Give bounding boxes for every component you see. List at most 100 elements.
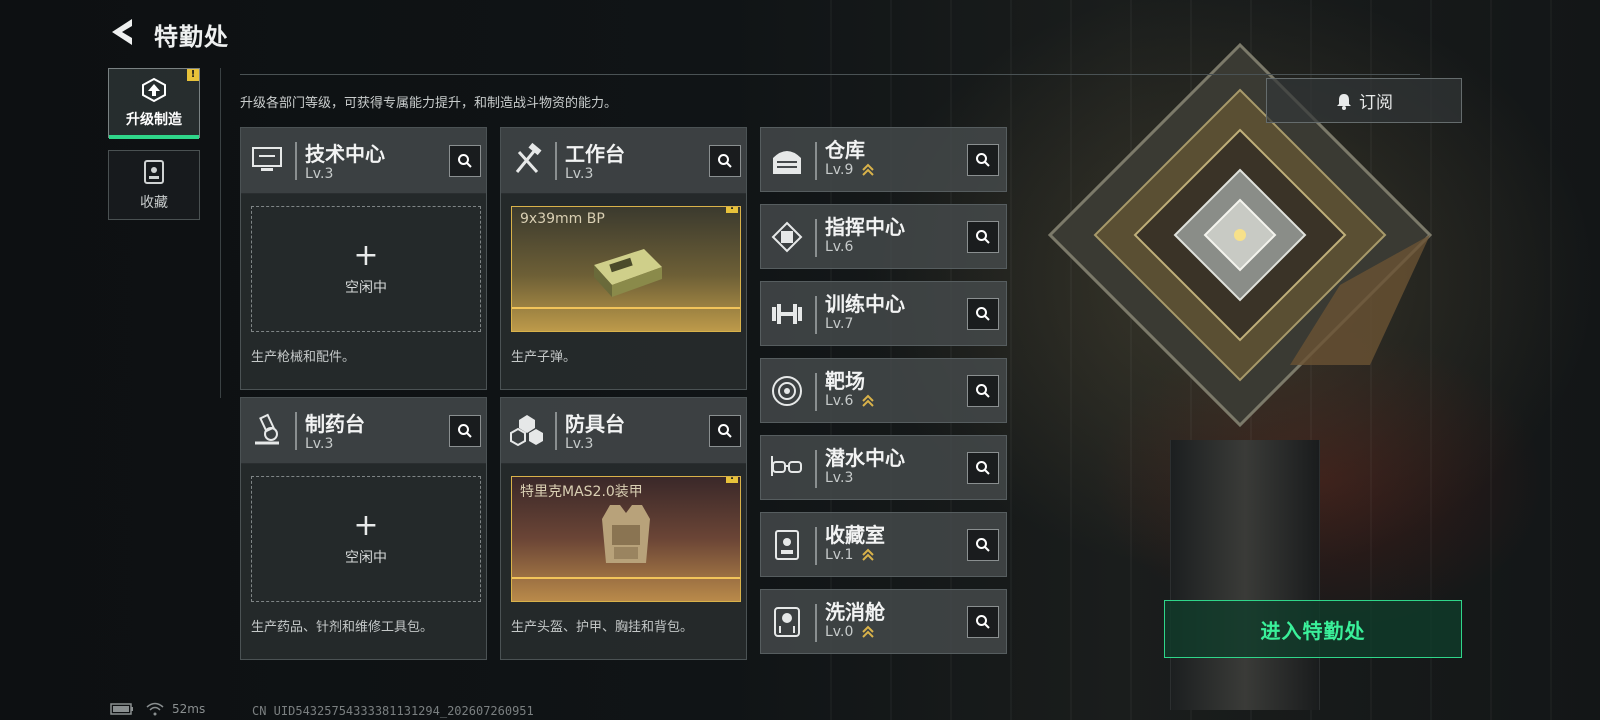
inspect-button[interactable] (967, 298, 999, 330)
notice-badge: ! (187, 69, 199, 81)
collection-icon (775, 530, 799, 560)
production-slot[interactable]: 特里克MAS2.0装甲 ! (511, 476, 741, 602)
facility-row-warehouse[interactable]: 仓库 Lv.9 (760, 127, 1007, 192)
product-name: 9x39mm BP (520, 211, 605, 227)
facility-name: 收藏室 (825, 523, 885, 547)
search-icon (976, 615, 990, 629)
upgrade-available-icon (862, 548, 874, 561)
facility-level: Lv.1 (825, 547, 875, 563)
inspect-button[interactable] (709, 145, 741, 177)
facility-card-pharmacy: 制药台 Lv.3 + 空闲中 生产药品、针剂和维修工具包。 (240, 397, 487, 660)
card-separator (815, 604, 817, 642)
facility-name: 指挥中心 (825, 215, 905, 239)
idle-slot[interactable]: + 空闲中 (251, 476, 481, 602)
inspect-button[interactable] (967, 144, 999, 176)
card-name: 工作台 (565, 142, 625, 166)
card-separator (295, 412, 297, 450)
tab-upgrade-craft[interactable]: 升级制造 ! (108, 68, 200, 139)
card-level: Lv.3 (305, 436, 334, 452)
facility-level: Lv.6 (825, 393, 875, 409)
card-separator (295, 142, 297, 180)
search-icon (976, 230, 990, 244)
card-separator (815, 142, 817, 180)
facility-row-command-center[interactable]: 指挥中心 Lv.6 (760, 204, 1007, 269)
facility-name: 潜水中心 (825, 446, 905, 470)
back-button[interactable] (108, 16, 138, 48)
card-separator (555, 412, 557, 450)
card-header: 防具台 Lv.3 (501, 398, 746, 464)
battery-icon (110, 703, 133, 715)
inspect-button[interactable] (967, 375, 999, 407)
facility-row-training-center[interactable]: 训练中心 Lv.7 (760, 281, 1007, 346)
monitor-icon (252, 147, 282, 171)
inspect-button[interactable] (967, 452, 999, 484)
facility-row-collection-room[interactable]: 收藏室 Lv.1 (760, 512, 1007, 577)
facility-card-workbench: 工作台 Lv.3 9x39mm BP ! 生产子弹。 (500, 127, 747, 390)
facility-name: 仓库 (825, 138, 865, 162)
facility-row-shooting-range[interactable]: 靶场 Lv.6 (760, 358, 1007, 423)
facility-name: 靶场 (825, 369, 865, 393)
diving-mask-icon (771, 456, 802, 476)
wifi-icon (146, 702, 164, 716)
product-name: 特里克MAS2.0装甲 (520, 484, 643, 500)
inspect-button[interactable] (967, 221, 999, 253)
facility-row-diving-center[interactable]: 潜水中心 Lv.3 (760, 435, 1007, 500)
inspect-button[interactable] (709, 415, 741, 447)
production-progress-line (512, 577, 740, 579)
tab-collection-label: 收藏 (140, 195, 168, 211)
facility-level-text: Lv.9 (825, 162, 854, 178)
collection-icon (144, 160, 164, 184)
enter-special-ops-button[interactable]: 进入特勤处 (1164, 600, 1462, 658)
inspect-button[interactable] (449, 415, 481, 447)
facility-card-tech-center: 技术中心 Lv.3 + 空闲中 生产枪械和配件。 (240, 127, 487, 390)
inspect-button[interactable] (967, 529, 999, 561)
facility-row-decontamination[interactable]: 洗消舱 Lv.0 (760, 589, 1007, 654)
search-icon (458, 154, 472, 168)
idle-label: 空闲中 (345, 550, 387, 566)
status-bar: 52ms (110, 702, 205, 716)
card-separator (815, 373, 817, 411)
card-level: Lv.3 (565, 436, 594, 452)
chip-icon (771, 221, 803, 253)
production-progress-line (512, 307, 740, 309)
notice-badge: ! (726, 477, 738, 483)
search-icon (976, 538, 990, 552)
search-icon (976, 384, 990, 398)
warehouse-icon (773, 151, 801, 174)
search-icon (718, 154, 732, 168)
idle-label: 空闲中 (345, 280, 387, 296)
plus-icon: + (353, 508, 379, 543)
microscope-icon (255, 413, 279, 445)
search-icon (976, 461, 990, 475)
idle-slot[interactable]: + 空闲中 (251, 206, 481, 332)
ping-value: 52ms (172, 702, 206, 716)
subscribe-button[interactable]: 订阅 (1266, 78, 1462, 123)
uid-text: CN UID5432575433338113129­4_202607260951 (252, 704, 534, 718)
target-icon (772, 376, 802, 406)
tab-upgrade-craft-label: 升级制造 (126, 112, 182, 128)
divider (220, 68, 221, 398)
inspect-button[interactable] (449, 145, 481, 177)
facility-card-armor-bench: 防具台 Lv.3 特里克MAS2.0装甲 ! 生产头盔、护甲、胸挂和背包。 (500, 397, 747, 660)
facility-level-text: Lv.0 (825, 624, 854, 640)
card-name: 技术中心 (305, 142, 385, 166)
facility-level: Lv.7 (825, 316, 854, 332)
decon-icon (774, 607, 800, 637)
facility-level-text: Lv.1 (825, 547, 854, 563)
card-name: 制药台 (305, 412, 365, 436)
card-name: 防具台 (565, 412, 625, 436)
card-level: Lv.3 (305, 166, 334, 182)
card-level: Lv.3 (565, 166, 594, 182)
inspect-button[interactable] (967, 606, 999, 638)
facility-level: Lv.3 (825, 470, 854, 486)
card-header: 制药台 Lv.3 (241, 398, 486, 464)
facility-name: 训练中心 (825, 292, 905, 316)
facility-level: Lv.0 (825, 624, 875, 640)
search-icon (458, 424, 472, 438)
bell-icon (1337, 93, 1351, 110)
production-slot[interactable]: 9x39mm BP ! (511, 206, 741, 332)
subscribe-label: 订阅 (1359, 93, 1393, 113)
tab-collection[interactable]: 收藏 (108, 150, 200, 220)
notice-badge: ! (726, 207, 738, 213)
card-separator (815, 450, 817, 488)
